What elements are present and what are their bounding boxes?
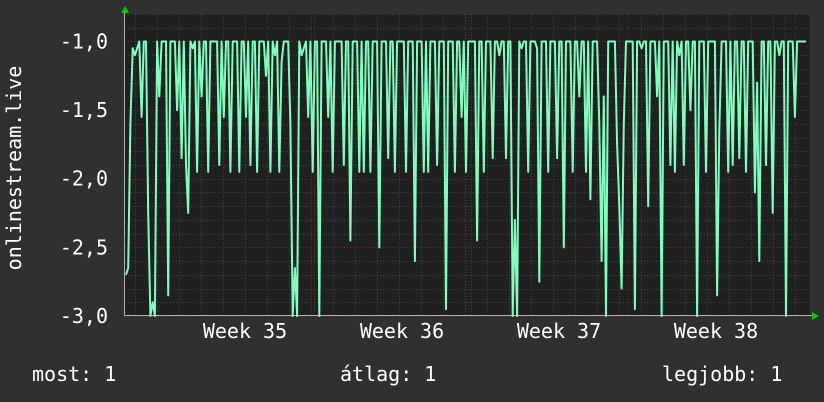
chart: -1,0 -1,5 -2,0 -2,5 -3,0 Week 35 Week 36 Week … (0, 0, 824, 402)
legend-max: legjobb: 1 (662, 362, 783, 386)
x-tick-label: Week 36 (360, 319, 444, 343)
y-axis-label: onlinestream.live (2, 66, 26, 271)
x-tick-label: Week 37 (517, 319, 601, 343)
chart-svg: -1,0-1,5-2,0-2,5-3,0 Week 35 Week 36 Week … (2, 6, 819, 343)
y-axis-arrow (121, 6, 129, 13)
y-axis-ticks: -1,0 -1,5 -2,0 -2,5 -3,0 (60, 29, 108, 328)
legend-average: átlag: 1 (340, 362, 437, 386)
y-tick-label: -1,0 (60, 29, 108, 53)
y-tick-label: -3,0 (60, 304, 108, 328)
x-axis-arrow (812, 312, 819, 320)
y-tick-label: -1,5 (60, 98, 108, 122)
y-tick-label: -2,5 (60, 235, 108, 259)
x-tick-label: Week 38 (674, 319, 758, 343)
legend-current: most: 1 (32, 362, 117, 386)
x-axis-ticks: Week 35 Week 36 Week 37 Week 38 (203, 319, 758, 343)
x-tick-label: Week 35 (203, 319, 287, 343)
y-tick-label: -2,0 (60, 167, 108, 191)
